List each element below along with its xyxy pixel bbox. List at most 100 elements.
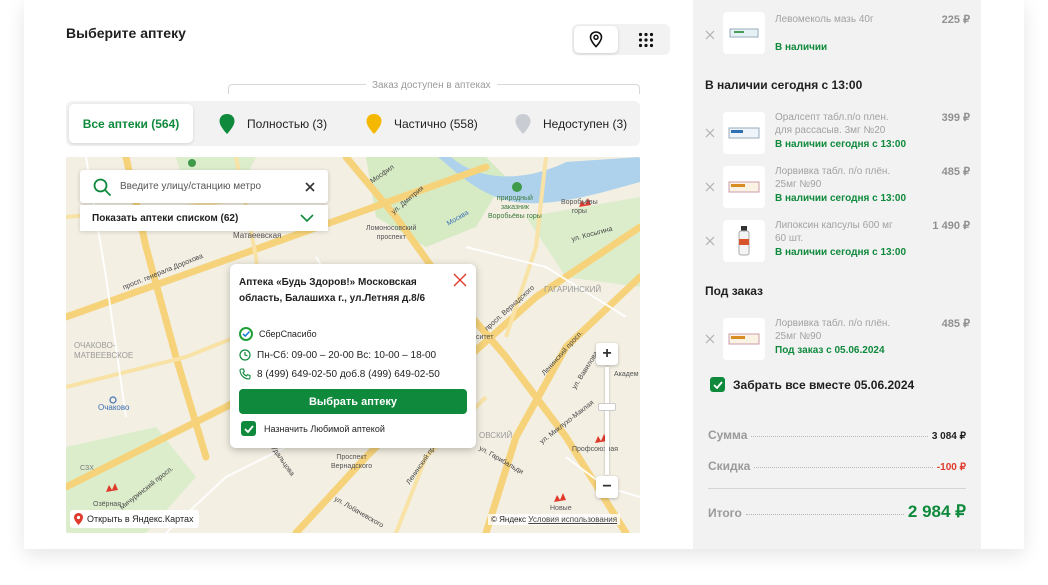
pickup-together-checkbox[interactable]: Забрать все вместе 05.06.2024 (710, 377, 914, 392)
map-label-lomonosovsky: Ломоносовский проспект (366, 225, 417, 241)
zoom-track[interactable] (605, 367, 609, 475)
pharmacy-popup: Аптека «Будь Здоров!» Московская область… (230, 264, 476, 448)
product-status: В наличии сегодня с 13:00 (775, 247, 907, 258)
clock-icon (239, 349, 251, 361)
remove-item-icon[interactable] (705, 30, 715, 40)
map-search-input[interactable]: Введите улицу/станцию метро (120, 181, 304, 192)
grid-icon (638, 32, 654, 47)
product-name[interactable]: Оралсепт табл.п/о плен. для рассасыв. 3м… (775, 111, 905, 137)
product-image (723, 220, 765, 262)
chevron-down-icon (300, 213, 314, 222)
yellow-pin-icon (366, 113, 382, 134)
show-list-button[interactable]: Показать аптеки списком (62) (80, 205, 328, 231)
product-price: 485 ₽ (941, 166, 970, 178)
product-name[interactable]: Лорвивка табл. п/о плён. 25мг №90 (775, 165, 905, 191)
phone-row: 8 (499) 649-02-50 доб.8 (499) 649-02-50 (239, 368, 440, 380)
map-label-situet: ситет (476, 334, 494, 341)
map-view-button[interactable] (574, 26, 618, 53)
filter-unavailable[interactable]: Недоступен (3) (515, 104, 627, 143)
filter-full-label: Полностью (3) (247, 116, 328, 131)
map-label-ozernaya: Озёрная (93, 501, 121, 508)
product-image (723, 166, 765, 208)
product-name[interactable]: Липоксин капсулы 600 мг 60 шт. (775, 219, 905, 245)
list-view-button[interactable] (624, 26, 668, 53)
open-in-yandex-link[interactable]: Открыть в Яндекс.Картах (70, 510, 200, 528)
zoom-out-button[interactable]: − (596, 476, 618, 498)
total-row: Итого 2 984 ₽ (708, 502, 966, 522)
location-pin-icon (74, 513, 83, 525)
product-status: В наличии сегодня с 13:00 (775, 193, 907, 204)
copyright-text: © Яндекс (491, 515, 527, 524)
sberspasibo-icon (239, 327, 253, 341)
cart-item-lipoksin: Липоксин капсулы 600 мг 60 шт. В наличии… (705, 218, 973, 262)
product-image (723, 12, 765, 54)
product-image (723, 112, 765, 154)
product-status: В наличии (775, 42, 828, 53)
hours-row: Пн-Сб: 09-00 – 20-00 Вс: 10-00 – 18-00 (239, 349, 436, 361)
map-pin-icon (589, 31, 603, 48)
sum-label: Сумма (708, 428, 748, 442)
map-search[interactable]: Введите улицу/станцию метро (80, 170, 328, 203)
map-label-matveevskaya: Матвеевская (233, 231, 282, 240)
remove-item-icon[interactable] (705, 334, 715, 344)
green-pin-icon (219, 113, 235, 134)
pharmacy-name: Аптека «Будь Здоров!» Московская область… (239, 277, 426, 304)
filter-unavailable-label: Недоступен (3) (543, 116, 628, 131)
cart-item-levomekol: Левомеколь мазь 40г В наличии 225 ₽ (705, 12, 973, 54)
close-popup-icon[interactable] (453, 273, 467, 287)
show-list-label: Показать аптеки списком (62) (92, 212, 239, 224)
favorite-label: Назначить Любимой аптекой (264, 423, 385, 434)
product-name[interactable]: Лорвивка табл. п/о плён. 25мг №90 (775, 317, 905, 343)
map-label-ochakovo-matveevskoe: ОЧАКОВО- МАТВЕЕВСКОЕ (74, 341, 134, 360)
search-icon (93, 178, 111, 196)
filter-full[interactable]: Полностью (3) (219, 104, 327, 143)
clear-search-icon[interactable] (304, 181, 316, 193)
page-title: Выберите аптеку (66, 25, 186, 41)
terms-link[interactable]: Условия использования (528, 515, 617, 524)
map-label-tsz: СЗХ (80, 465, 94, 472)
product-status: В наличии сегодня с 13:00 (775, 139, 907, 150)
phone-icon (239, 368, 251, 380)
total-value: 2 984 ₽ (907, 502, 966, 521)
product-price: 399 ₽ (941, 112, 970, 124)
zoom-control: + − (596, 343, 618, 498)
discount-label: Скидка (708, 459, 751, 473)
section-order-title: Под заказ (705, 284, 764, 298)
zoom-in-button[interactable]: + (596, 343, 618, 365)
loyalty-label: СберСпасибо (259, 329, 317, 339)
cart-item-lorvivka: Лорвивка табл. п/о плён. 25мг №90 В нали… (705, 164, 973, 208)
hours-text: Пн-Сб: 09-00 – 20-00 Вс: 10-00 – 18-00 (257, 349, 437, 361)
product-name[interactable]: Левомеколь мазь 40г (775, 13, 905, 26)
product-price: 225 ₽ (941, 14, 970, 26)
totals-divider (708, 488, 966, 489)
remove-item-icon[interactable] (705, 128, 715, 138)
filter-all[interactable]: Все аптеки (564) (69, 104, 193, 143)
favorite-checkbox[interactable]: Назначить Любимой аптекой (241, 421, 385, 436)
choose-pharmacy-button[interactable]: Выбрать аптеку (239, 389, 467, 414)
availability-filters: Все аптеки (564) Полностью (3) Частично … (66, 101, 640, 146)
discount-row: Скидка -100 ₽ (708, 459, 966, 473)
total-label: Итого (708, 506, 742, 520)
map-copyright: © Яндекс Условия использования (488, 514, 621, 525)
product-status: Под заказ с 05.06.2024 (775, 345, 885, 356)
phone-text: 8 (499) 649-02-50 доб.8 (499) 649-02-50 (257, 368, 440, 380)
loyalty-row: СберСпасибо (239, 327, 317, 341)
remove-item-icon[interactable] (705, 236, 715, 246)
dotted-leader (751, 436, 928, 437)
cart-item-lorvivka-order: Лорвивка табл. п/о плён. 25мг №90 Под за… (705, 316, 973, 360)
pickup-together-label: Забрать все вместе 05.06.2024 (733, 377, 915, 392)
product-price: 485 ₽ (941, 318, 970, 330)
sum-value: 3 084 ₽ (931, 431, 966, 442)
remove-item-icon[interactable] (705, 182, 715, 192)
view-toggle (572, 24, 670, 55)
product-image (723, 318, 765, 360)
availability-caption: Заказ доступен в аптеках (366, 80, 497, 91)
map-label-novye: Новые (550, 505, 572, 512)
filter-partial-label: Частично (558) (394, 116, 478, 131)
zoom-slider-handle[interactable] (598, 403, 616, 411)
dotted-leader (745, 514, 904, 515)
dotted-leader (754, 467, 933, 468)
sum-row: Сумма 3 084 ₽ (708, 428, 966, 442)
filter-partial[interactable]: Частично (558) (366, 104, 478, 143)
map-label-prospekt-vernadskogo: Проспект Вернадского (331, 454, 373, 470)
